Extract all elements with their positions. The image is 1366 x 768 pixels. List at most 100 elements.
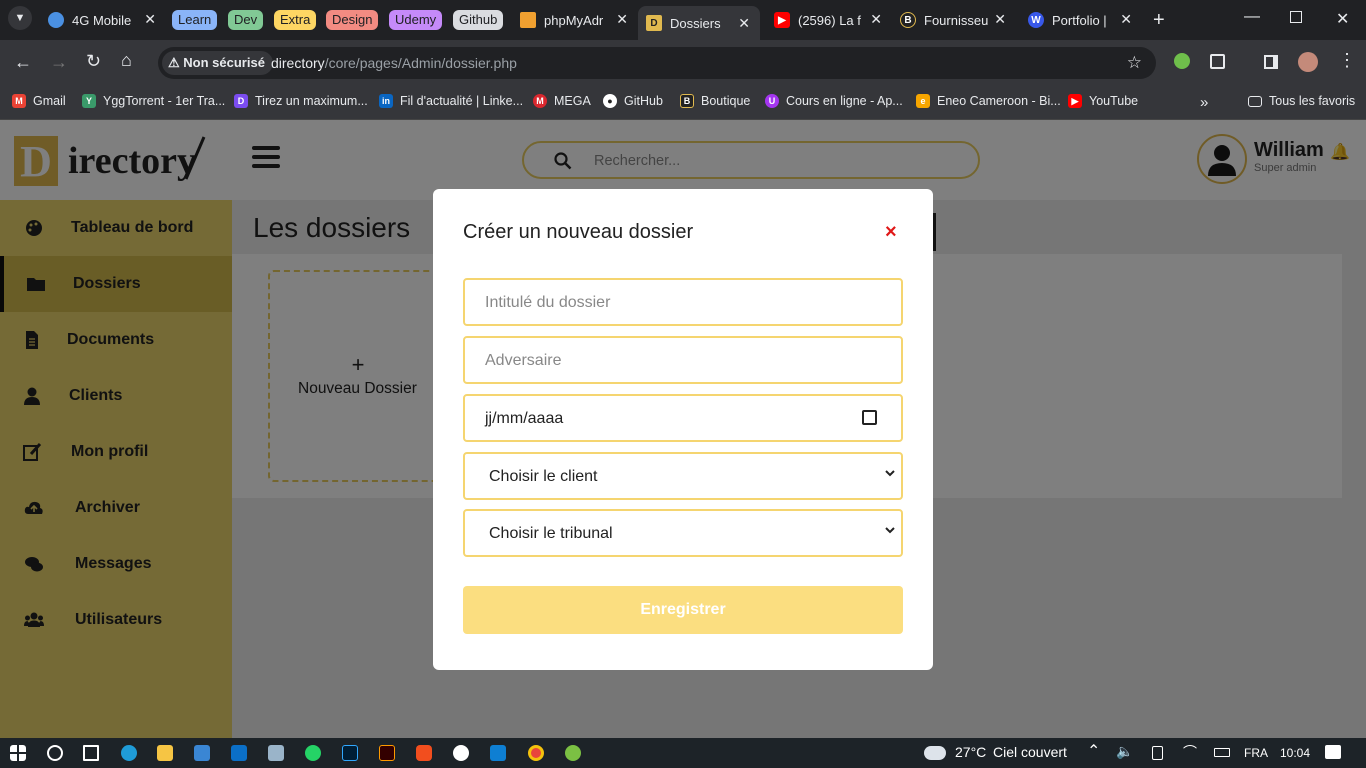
input-placeholder: Adversaire (485, 352, 562, 369)
mega-icon: M (533, 94, 547, 108)
tab-youtube[interactable]: ▶ (2596) La f ✕ (774, 8, 882, 32)
bookmark-linkedin[interactable]: in Fil d'actualité | Linke... (379, 94, 523, 108)
bookmark-label: Cours en ligne - Ap... (786, 94, 903, 108)
select-value: Choisir le client (489, 468, 598, 485)
edge-icon[interactable] (121, 745, 137, 761)
home-icon[interactable]: ⌂ (121, 50, 132, 71)
outlook-icon[interactable] (231, 745, 247, 761)
figma-icon[interactable] (416, 745, 432, 761)
tab-fournisseur[interactable]: B Fournisseu ✕ (900, 8, 1006, 32)
tab-4g-mobile[interactable]: 4G Mobile ✕ (48, 8, 156, 32)
search-circle-icon[interactable] (47, 745, 63, 761)
all-bookmarks[interactable]: Tous les favoris (1248, 94, 1355, 108)
bookmark-mega[interactable]: M MEGA (533, 94, 591, 108)
photoshop-icon[interactable] (342, 745, 358, 761)
profile-avatar-icon[interactable] (1298, 52, 1318, 72)
bookmark-eneo[interactable]: e Eneo Cameroon - Bi... (916, 94, 1061, 108)
tab-search-chevron-icon[interactable]: ▼ (8, 6, 32, 30)
address-bar[interactable]: ⚠ Non sécurisé directory/core/pages/Admi… (158, 47, 1156, 79)
clock-time[interactable]: 10:04 (1280, 746, 1310, 760)
dossier-title-input[interactable]: Intitulé du dossier (463, 278, 903, 326)
bookmark-yggtorrent[interactable]: Y YggTorrent - 1er Tra... (82, 94, 225, 108)
more-bookmarks-icon[interactable]: » (1200, 94, 1208, 111)
tab-portfolio[interactable]: W Portfolio | ✕ (1028, 8, 1132, 32)
close-tab-icon[interactable]: ✕ (616, 11, 628, 28)
github-desktop-icon[interactable] (453, 745, 469, 761)
calendar-icon[interactable] (862, 410, 877, 425)
client-select[interactable]: Choisir le client (463, 452, 903, 500)
bookmark-tirez[interactable]: D Tirez un maximum... (234, 94, 368, 108)
bookmark-boutique[interactable]: B Boutique (680, 94, 750, 108)
close-tab-icon[interactable]: ✕ (1120, 11, 1132, 28)
minimize-icon[interactable]: — (1244, 8, 1260, 26)
new-tab-icon[interactable]: + (1153, 9, 1165, 32)
tab-dossiers[interactable]: D Dossiers ✕ (638, 6, 760, 40)
back-icon[interactable]: ← (14, 52, 32, 73)
extension-green-icon[interactable] (1174, 53, 1190, 69)
wifi-icon[interactable]: ⌒ (1183, 742, 1197, 762)
bookmark-label: Boutique (701, 94, 751, 108)
photos-icon[interactable] (268, 745, 284, 761)
tab-group-learn[interactable]: Learn (172, 10, 218, 30)
temperature: 27°C (955, 744, 987, 760)
tab-label: Portfolio | (1052, 12, 1107, 28)
bookmark-github[interactable]: ● GitHub (603, 94, 663, 108)
star-bookmark-icon[interactable]: ☆ (1127, 47, 1142, 79)
side-panel-icon[interactable] (1264, 55, 1278, 69)
tab-group-udemy[interactable]: Udemy (389, 10, 443, 30)
close-tab-icon[interactable]: ✕ (994, 11, 1006, 28)
tab-group-github[interactable]: Github (453, 10, 504, 30)
tab-label: phpMyAdr (544, 12, 604, 28)
bookmarks-bar: M Gmail Y YggTorrent - 1er Tra... D Tirez u… (0, 86, 1366, 120)
task-view-icon[interactable] (83, 745, 99, 761)
close-tab-icon[interactable]: ✕ (738, 15, 750, 32)
save-button[interactable]: Enregistrer (463, 586, 903, 634)
reload-icon[interactable]: ↻ (86, 51, 101, 72)
warning-icon: ⚠ (168, 55, 184, 70)
tab-group-dev[interactable]: Dev (228, 10, 264, 30)
close-tab-icon[interactable]: ✕ (144, 11, 156, 28)
utorrent-icon[interactable] (565, 745, 581, 761)
bookmark-youtube[interactable]: ▶ YouTube (1068, 94, 1138, 108)
restore-icon[interactable] (1290, 11, 1302, 23)
tab-label: 4G Mobile (72, 12, 132, 28)
close-icon[interactable]: × (885, 221, 897, 244)
speaker-icon[interactable]: 🔈 (1116, 743, 1133, 760)
url-text: directory/core/pages/Admin/dossier.php (271, 47, 517, 79)
device-icon[interactable] (1152, 746, 1163, 760)
extensions-puzzle-icon[interactable] (1210, 54, 1225, 69)
windows-start-icon[interactable] (10, 745, 26, 761)
bookmark-label: Tous les favoris (1269, 94, 1356, 108)
language-indicator[interactable]: FRA (1244, 746, 1268, 760)
adversary-input[interactable]: Adversaire (463, 336, 903, 384)
cloud-weather-icon (924, 746, 946, 760)
notifications-icon[interactable] (1325, 745, 1341, 759)
input-placeholder: Intitulé du dossier (485, 294, 611, 311)
close-window-icon[interactable]: ✕ (1336, 9, 1349, 29)
illustrator-icon[interactable] (379, 745, 395, 761)
folder-icon (1248, 95, 1262, 107)
bookmark-label: Eneo Cameroon - Bi... (937, 94, 1061, 108)
bookmark-label: YouTube (1089, 94, 1139, 108)
close-tab-icon[interactable]: ✕ (870, 11, 882, 28)
file-explorer-icon[interactable] (157, 745, 173, 761)
chrome-icon[interactable] (528, 745, 544, 761)
tab-group-extra[interactable]: Extra (274, 10, 317, 30)
date-input[interactable]: jj/mm/aaaa (463, 394, 903, 442)
battery-icon[interactable] (1214, 748, 1230, 757)
security-chip[interactable]: ⚠ Non sécurisé (162, 51, 273, 75)
github-icon: ● (603, 94, 617, 108)
tab-group-design[interactable]: Design (326, 10, 379, 30)
forward-icon[interactable]: → (50, 52, 68, 73)
menu-kebab-icon[interactable]: ⋮ (1338, 50, 1356, 71)
bookmark-cours[interactable]: U Cours en ligne - Ap... (765, 94, 903, 108)
tab-phpmyadmin[interactable]: phpMyAdr ✕ (520, 8, 628, 32)
chevron-up-icon[interactable]: ⌃ (1087, 741, 1100, 761)
url-path: /core/pages/Admin/dossier.php (324, 55, 517, 71)
store-icon[interactable] (194, 745, 210, 761)
whatsapp-icon[interactable] (305, 745, 321, 761)
bookmark-purple-icon: D (234, 94, 248, 108)
court-select[interactable]: Choisir le tribunal (463, 509, 903, 557)
vscode-icon[interactable] (490, 745, 506, 761)
bookmark-gmail[interactable]: M Gmail (12, 94, 66, 108)
